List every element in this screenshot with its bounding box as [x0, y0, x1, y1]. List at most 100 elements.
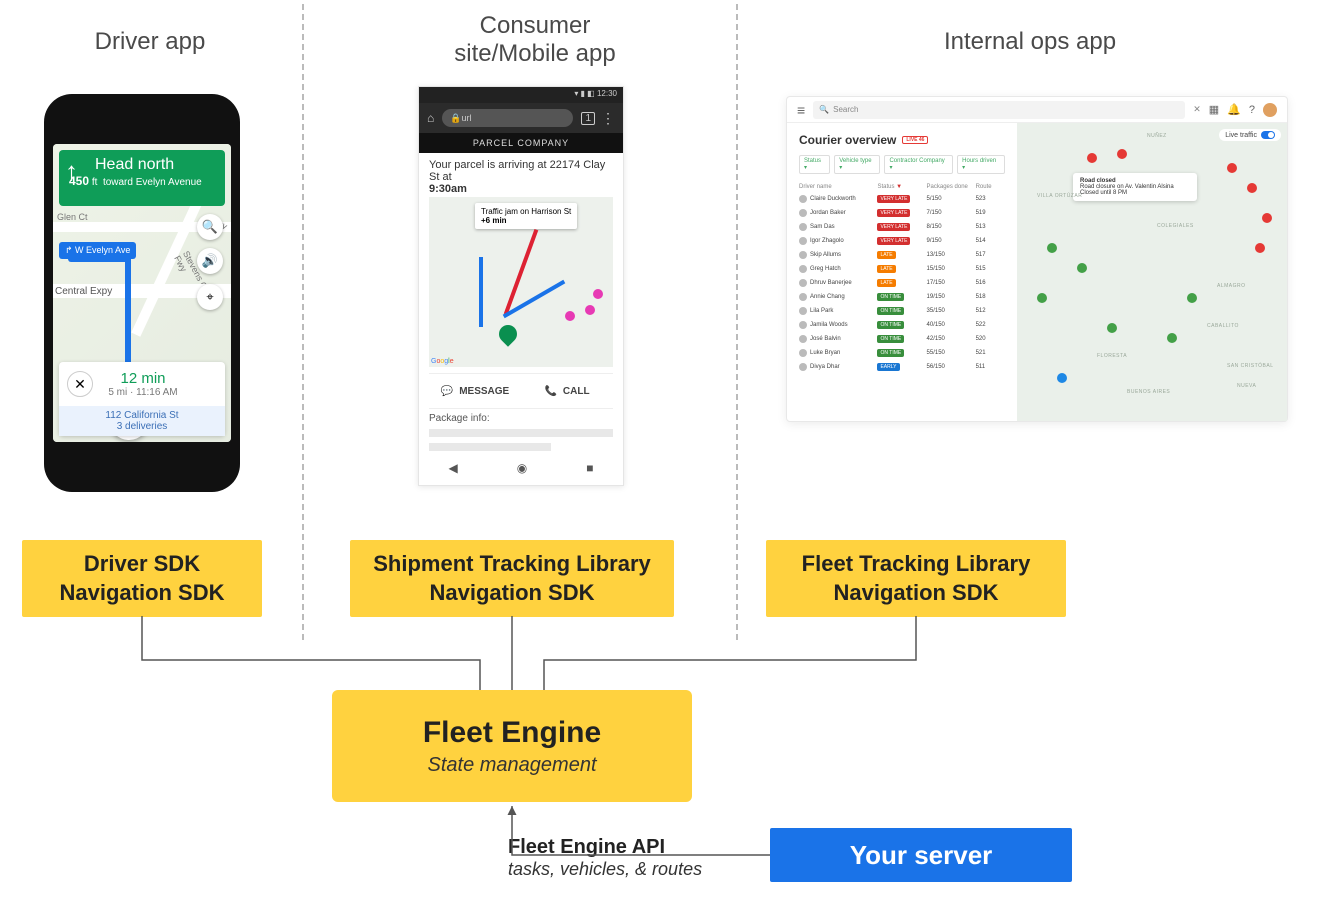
- consumer-app-mockup: ▾ ▮ ◧ 12:30 ⌂ 🔒 url 1 ⋮ PARCEL COMPANY Y…: [418, 86, 624, 486]
- avatar: [799, 195, 807, 203]
- avatar: [799, 363, 807, 371]
- browser-url-bar: ⌂ 🔒 url 1 ⋮: [419, 103, 623, 133]
- driver-app-mockup: Glen Ct Easy St Stevens Creek Fwy Centra…: [44, 94, 240, 492]
- live-badge: LIVE 46: [902, 136, 928, 144]
- status-badge: VERY LATE: [877, 223, 910, 231]
- tracking-map: Traffic jam on Harrison St+6 min Google: [429, 197, 613, 367]
- status-badge: VERY LATE: [877, 195, 910, 203]
- destination-pin-icon: [495, 321, 520, 346]
- arrow-up-icon: ↑: [65, 156, 78, 187]
- sound-icon[interactable]: 🔊: [197, 248, 223, 274]
- home-icon[interactable]: ⌂: [427, 111, 434, 125]
- search-icon: 🔍: [819, 105, 829, 114]
- url-input[interactable]: 🔒 url: [442, 109, 573, 127]
- google-logo: Google: [431, 358, 454, 365]
- call-button[interactable]: 📞CALL: [521, 374, 613, 408]
- avatar: [799, 307, 807, 315]
- table-row[interactable]: Jamila WoodsON TIME40/150522: [799, 318, 1005, 332]
- more-icon[interactable]: ⋮: [601, 110, 615, 127]
- compass-icon[interactable]: ⌖: [197, 284, 223, 310]
- filter-company[interactable]: Contractor Company ▾: [884, 155, 953, 174]
- bell-icon[interactable]: 🔔: [1227, 103, 1241, 116]
- filter-vehicle[interactable]: Vehicle type ▾: [834, 155, 880, 174]
- back-icon[interactable]: ◀: [449, 461, 458, 475]
- street-chip: ↱ W Evelyn Ave: [59, 242, 136, 259]
- column-title-consumer: Consumer site/Mobile app: [370, 12, 700, 68]
- table-row[interactable]: Luke BryanON TIME55/150521: [799, 346, 1005, 360]
- sdk-box-ops: Fleet Tracking Library Navigation SDK: [766, 540, 1066, 617]
- live-traffic-toggle[interactable]: Live traffic: [1219, 129, 1281, 141]
- status-badge: EARLY: [877, 363, 899, 371]
- home-icon[interactable]: ◉: [517, 461, 527, 475]
- table-row[interactable]: José BalvinON TIME42/150520: [799, 332, 1005, 346]
- column-title-ops: Internal ops app: [780, 28, 1280, 56]
- search-input[interactable]: 🔍Search: [813, 101, 1185, 119]
- status-badge: ON TIME: [877, 321, 904, 329]
- recents-icon[interactable]: ■: [586, 461, 593, 475]
- filter-row: Status ▾ Vehicle type ▾ Contractor Compa…: [799, 155, 1005, 174]
- fleet-map: Live traffic Road closed Road closure on…: [1017, 123, 1287, 421]
- traffic-tooltip: Traffic jam on Harrison St+6 min: [475, 203, 577, 229]
- filter-status[interactable]: Status ▾: [799, 155, 830, 174]
- column-divider: [736, 4, 738, 640]
- status-badge: VERY LATE: [877, 237, 910, 245]
- table-row[interactable]: Claire DuckworthVERY LATE5/150523: [799, 192, 1005, 206]
- sdk-box-driver: Driver SDK Navigation SDK: [22, 540, 262, 617]
- status-badge: VERY LATE: [877, 209, 910, 217]
- menu-icon[interactable]: ≡: [797, 102, 805, 118]
- table-header: Driver name Status ▼ Packages done Route: [799, 182, 1005, 192]
- table-row[interactable]: Igor ZhagoloVERY LATE9/150514: [799, 234, 1005, 248]
- avatar: [799, 223, 807, 231]
- avatar: [799, 209, 807, 217]
- avatar: [799, 321, 807, 329]
- filter-hours[interactable]: Hours driven ▾: [957, 155, 1005, 174]
- android-nav-bar: ◀ ◉ ■: [419, 455, 623, 481]
- avatar: [799, 279, 807, 287]
- tabs-icon[interactable]: 1: [581, 112, 595, 125]
- avatar: [799, 251, 807, 259]
- page-title: Courier overview LIVE 46: [799, 133, 1005, 147]
- status-bar: ▾ ▮ ◧ 12:30: [419, 87, 623, 103]
- status-badge: ON TIME: [877, 349, 904, 357]
- status-badge: ON TIME: [877, 307, 904, 315]
- ops-app-mockup: ≡ 🔍Search ✕ ▦ 🔔 ? Courier overview LIVE …: [786, 96, 1288, 422]
- avatar: [799, 265, 807, 273]
- table-row[interactable]: Skip AllumsLATE13/150517: [799, 248, 1005, 262]
- your-server-box: Your server: [770, 828, 1072, 882]
- status-badge: LATE: [877, 251, 895, 259]
- avatar[interactable]: [1263, 103, 1277, 117]
- help-icon[interactable]: ?: [1249, 104, 1255, 116]
- delivery-footer: 112 California St 3 deliveries: [59, 406, 225, 436]
- avatar: [799, 335, 807, 343]
- table-row[interactable]: Divya DharEARLY56/150511: [799, 360, 1005, 374]
- fleet-engine-api-label: Fleet Engine API tasks, vehicles, & rout…: [508, 836, 702, 880]
- avatar: [799, 349, 807, 357]
- fleet-engine-box: Fleet Engine State management: [332, 690, 692, 802]
- column-title-driver: Driver app: [0, 28, 300, 56]
- road-closure-popup: Road closed Road closure on Av. Valentin…: [1073, 173, 1197, 201]
- navigation-banner: ↑ Head north 450 ft toward Evelyn Avenue: [59, 150, 225, 206]
- eta-card: ✕ 12 min 5 mi · 11:16 AM 112 California …: [59, 362, 225, 436]
- table-row[interactable]: Annie ChangON TIME19/150518: [799, 290, 1005, 304]
- sdk-box-consumer: Shipment Tracking Library Navigation SDK: [350, 540, 674, 617]
- column-divider: [302, 4, 304, 640]
- phone-icon: 📞: [544, 386, 556, 397]
- status-badge: LATE: [877, 279, 895, 287]
- status-badge: LATE: [877, 265, 895, 273]
- brand-header: PARCEL COMPANY: [419, 133, 623, 153]
- table-row[interactable]: Sam DasVERY LATE8/150513: [799, 220, 1005, 234]
- clear-icon[interactable]: ✕: [1193, 104, 1201, 115]
- message-icon: 💬: [441, 386, 453, 397]
- table-row[interactable]: Greg HatchLATE15/150515: [799, 262, 1005, 276]
- package-info-label: Package info:: [429, 413, 490, 424]
- status-badge: ON TIME: [877, 293, 904, 301]
- table-row[interactable]: Jordan BakerVERY LATE7/150519: [799, 206, 1005, 220]
- arrival-message: Your parcel is arriving at 22174 Clay St…: [429, 159, 613, 195]
- table-row[interactable]: Dhruv BanerjeeLATE17/150516: [799, 276, 1005, 290]
- table-row[interactable]: Lila ParkON TIME35/150512: [799, 304, 1005, 318]
- search-icon[interactable]: 🔍: [197, 214, 223, 240]
- avatar: [799, 293, 807, 301]
- apps-icon[interactable]: ▦: [1209, 103, 1219, 116]
- close-icon[interactable]: ✕: [67, 371, 93, 397]
- message-button[interactable]: 💬MESSAGE: [429, 374, 521, 408]
